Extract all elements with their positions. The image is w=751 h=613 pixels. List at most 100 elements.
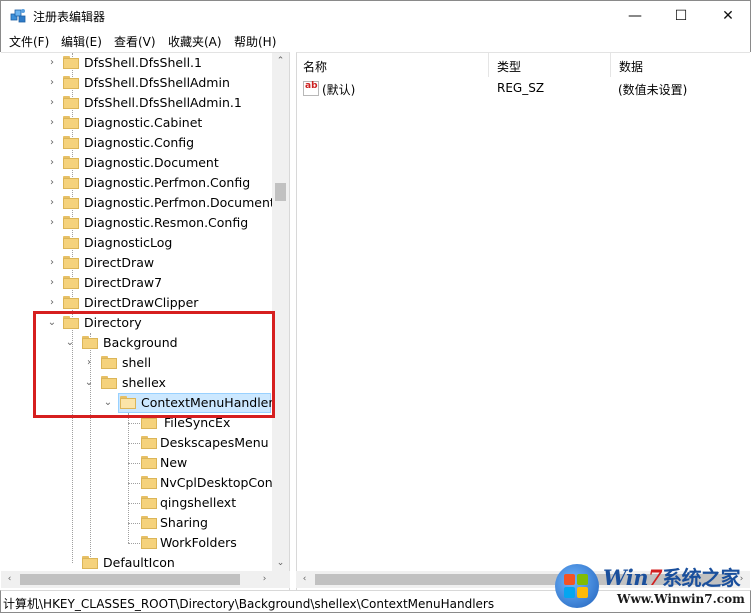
- tree-node-label: DfsShell.DfsShellAdmin.1: [84, 95, 242, 110]
- watermark: Win7系统之家 Www.Winwin7.com: [555, 560, 751, 612]
- tree-node-label: DirectDraw: [84, 255, 155, 270]
- expand-arrow-icon[interactable]: ›: [46, 56, 58, 70]
- tree-node[interactable]: NvCplDesktopConte: [1, 473, 285, 493]
- tree-node[interactable]: › DirectDrawClipper: [1, 293, 271, 313]
- scroll-up-icon[interactable]: ⌃: [272, 53, 289, 70]
- tree-node[interactable]: › Diagnostic.Perfmon.Config: [1, 173, 271, 193]
- column-header-data[interactable]: 数据: [613, 53, 747, 77]
- tree-node[interactable]: › DirectDraw7: [1, 273, 271, 293]
- minimize-button[interactable]: —: [612, 1, 658, 31]
- tree-node[interactable]: › Diagnostic.Resmon.Config: [1, 213, 271, 233]
- tree-node-label: Diagnostic.Cabinet: [84, 115, 203, 130]
- tree-node[interactable]: DeskscapesMenu: [1, 433, 271, 453]
- tree-node-label: Diagnostic.Config: [84, 135, 195, 150]
- folder-icon: [63, 256, 79, 269]
- folder-icon: [63, 216, 79, 229]
- regedit-app-icon: [10, 9, 26, 23]
- folder-icon: [63, 176, 79, 189]
- maximize-button[interactable]: ☐: [658, 1, 704, 31]
- tree-node-label: Sharing: [160, 515, 208, 530]
- tree-node-label: DiagnosticLog: [84, 235, 173, 250]
- folder-icon: [63, 96, 79, 109]
- column-header-type[interactable]: 类型: [491, 53, 611, 77]
- menu-favorites[interactable]: 收藏夹(A): [168, 33, 222, 50]
- close-button[interactable]: ✕: [705, 1, 751, 31]
- tree-node[interactable]: New: [1, 453, 271, 473]
- tree-node[interactable]: WorkFolders: [1, 533, 271, 553]
- tree-node[interactable]: DefaultIcon: [1, 553, 271, 573]
- minimize-icon: —: [628, 8, 642, 24]
- folder-icon: [63, 276, 79, 289]
- expand-arrow-icon[interactable]: ›: [46, 256, 58, 270]
- tree-node[interactable]: › Diagnostic.Document: [1, 153, 271, 173]
- expand-arrow-icon[interactable]: ›: [46, 96, 58, 110]
- tree-node-label: Diagnostic.Resmon.Config: [84, 215, 249, 230]
- menu-file[interactable]: 文件(F): [9, 33, 49, 50]
- values-list[interactable]: 名称 类型 数据 ab (默认) REG_SZ (数值未设置): [296, 52, 750, 590]
- folder-icon: [141, 496, 157, 509]
- menu-bar: 文件(F) 编辑(E) 查看(V) 收藏夹(A) 帮助(H): [0, 30, 751, 52]
- tree-node-label: DirectDrawClipper: [84, 295, 199, 310]
- folder-icon: [141, 456, 157, 469]
- column-header-name[interactable]: 名称: [297, 53, 489, 77]
- expand-arrow-icon[interactable]: ›: [46, 76, 58, 90]
- scroll-thumb[interactable]: [20, 574, 240, 585]
- expand-arrow-icon[interactable]: ›: [46, 276, 58, 290]
- tree-node[interactable]: › DfsShell.DfsShellAdmin: [1, 73, 271, 93]
- windows-logo-icon: [555, 564, 599, 608]
- tree-node[interactable]: › Diagnostic.Config: [1, 133, 271, 153]
- title-bar: 注册表编辑器 — ☐ ✕: [0, 0, 751, 30]
- scroll-down-icon[interactable]: ⌄: [272, 555, 289, 572]
- expand-arrow-icon[interactable]: ›: [46, 296, 58, 310]
- watermark-brand: Win7系统之家: [603, 565, 741, 590]
- close-icon: ✕: [722, 8, 734, 24]
- window-title: 注册表编辑器: [33, 10, 106, 24]
- tree-horizontal-scrollbar[interactable]: ‹ ›: [1, 571, 290, 588]
- expand-arrow-icon[interactable]: ›: [46, 196, 58, 210]
- tree-node-label: DeskscapesMenu: [160, 435, 269, 450]
- tree-node-label: NvCplDesktopConte: [160, 475, 286, 490]
- tree-node-label: DirectDraw7: [84, 275, 163, 290]
- value-type: REG_SZ: [497, 81, 545, 95]
- tree-node[interactable]: › DfsShell.DfsShell.1: [1, 53, 271, 73]
- tree-node[interactable]: Sharing: [1, 513, 271, 533]
- tree-node-label: qingshellext: [160, 495, 237, 510]
- annotation-highlight-box: [33, 311, 275, 418]
- scroll-right-icon[interactable]: ›: [256, 571, 273, 588]
- folder-icon: [63, 296, 79, 309]
- tree-node-label: DefaultIcon: [103, 555, 175, 570]
- folder-icon: [63, 136, 79, 149]
- value-row[interactable]: ab (默认) REG_SZ (数值未设置): [297, 79, 747, 99]
- folder-icon: [63, 196, 79, 209]
- tree-node[interactable]: qingshellext: [1, 493, 271, 513]
- expand-arrow-icon[interactable]: ›: [46, 116, 58, 130]
- scroll-thumb[interactable]: [275, 183, 286, 201]
- scroll-left-icon[interactable]: ‹: [296, 571, 313, 588]
- watermark-url: Www.Winwin7.com: [617, 592, 745, 606]
- tree-node-label: Diagnostic.Document: [84, 155, 219, 170]
- expand-arrow-icon[interactable]: ›: [46, 156, 58, 170]
- tree-node[interactable]: › DfsShell.DfsShellAdmin.1: [1, 93, 271, 113]
- tree-node-label: Diagnostic.Perfmon.Config: [84, 175, 251, 190]
- folder-icon: [63, 76, 79, 89]
- tree-node-label: WorkFolders: [160, 535, 237, 550]
- folder-icon: [63, 116, 79, 129]
- menu-view[interactable]: 查看(V): [114, 33, 156, 50]
- expand-arrow-icon[interactable]: ›: [46, 136, 58, 150]
- tree-node-label: DfsShell.DfsShell.1: [84, 55, 202, 70]
- tree-node[interactable]: DiagnosticLog: [1, 233, 271, 253]
- folder-icon: [63, 156, 79, 169]
- tree-node[interactable]: › Diagnostic.Perfmon.Document: [1, 193, 275, 213]
- tree-node[interactable]: › Diagnostic.Cabinet: [1, 113, 271, 133]
- expand-arrow-icon[interactable]: ›: [46, 216, 58, 230]
- menu-edit[interactable]: 编辑(E): [61, 33, 102, 50]
- folder-icon: [141, 536, 157, 549]
- expand-arrow-icon[interactable]: ›: [46, 176, 58, 190]
- value-data: (数值未设置): [618, 83, 688, 97]
- folder-icon: [141, 516, 157, 529]
- menu-help[interactable]: 帮助(H): [234, 33, 276, 50]
- tree-node[interactable]: › DirectDraw: [1, 253, 271, 273]
- tree-node-label: DfsShell.DfsShellAdmin: [84, 75, 230, 90]
- folder-icon: [141, 436, 157, 449]
- scroll-left-icon[interactable]: ‹: [1, 571, 18, 588]
